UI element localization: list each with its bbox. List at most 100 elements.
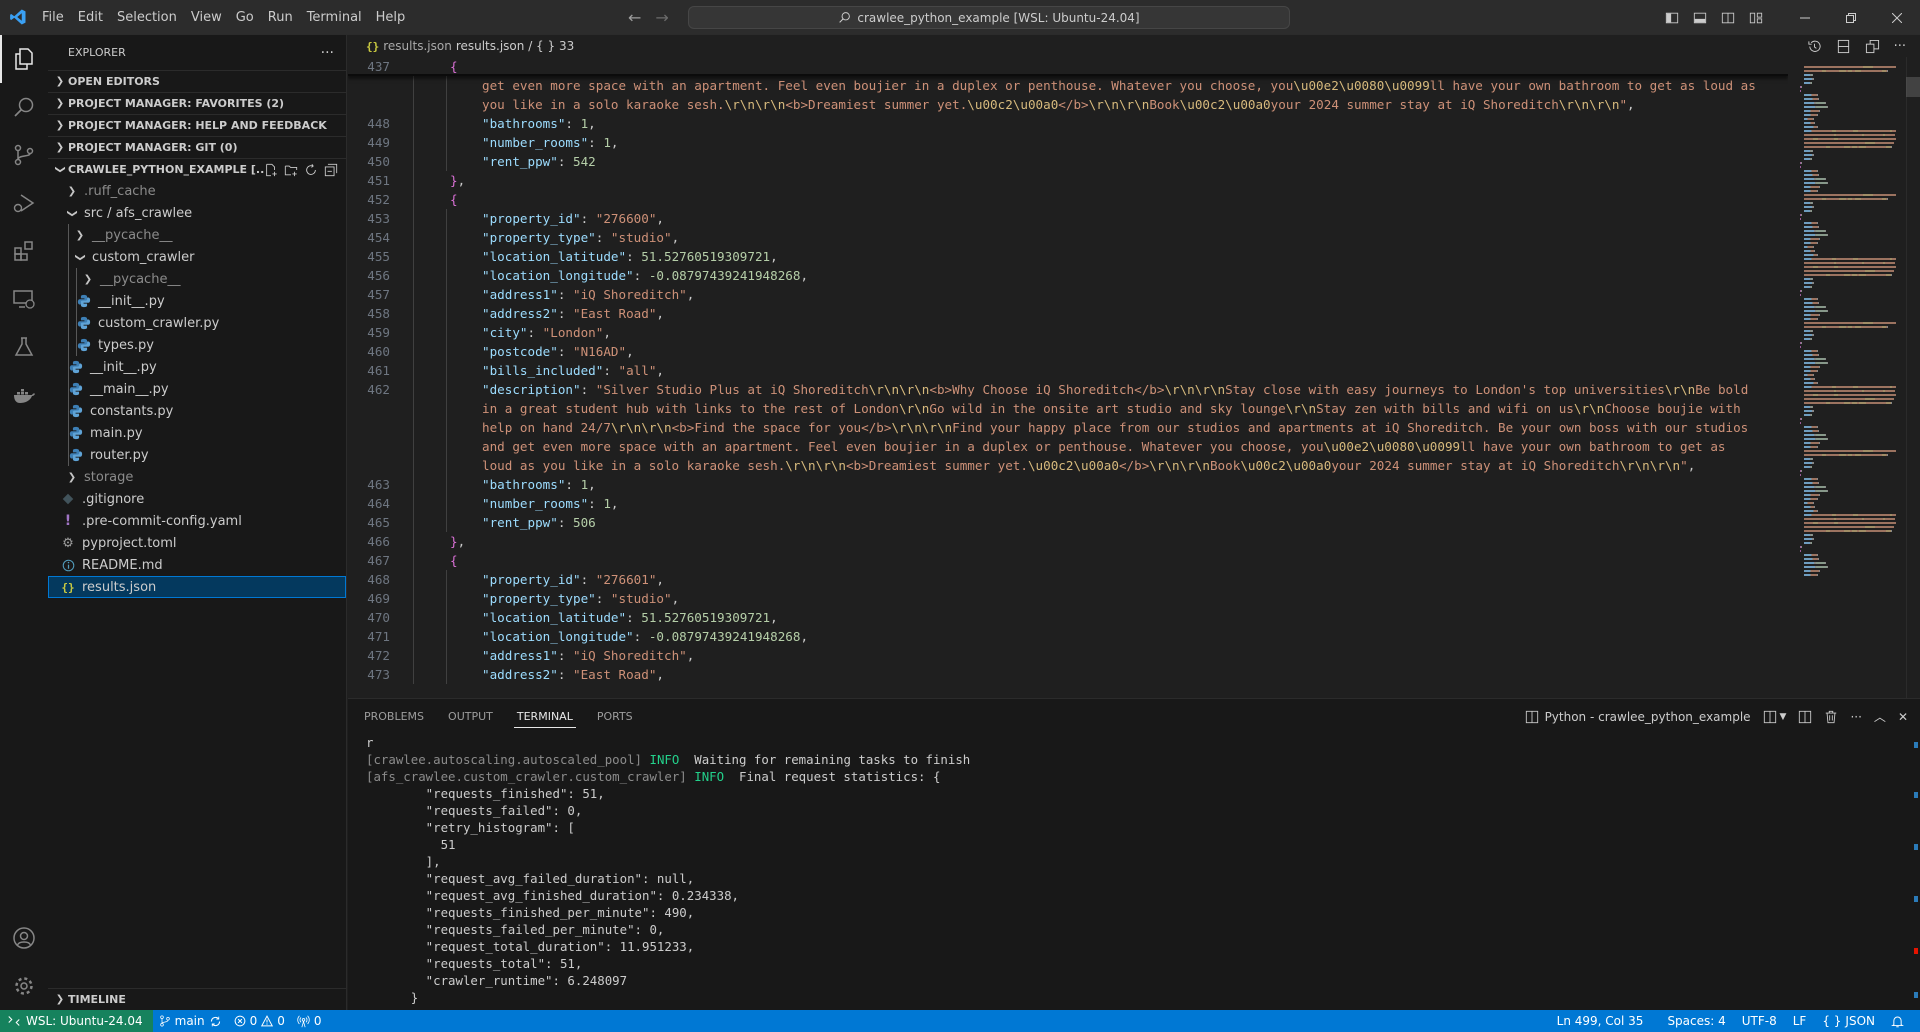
panel-more-icon[interactable]: ··· [1850,710,1861,724]
tab-terminal[interactable]: TERMINAL [513,699,576,734]
timeline-history-icon[interactable] [1807,39,1822,54]
editor-scrollbar[interactable] [1906,57,1920,698]
close-panel-icon[interactable]: ✕ [1898,710,1908,724]
notifications-button[interactable] [1885,1010,1910,1032]
refresh-icon[interactable] [304,163,318,177]
code-line[interactable]: 460 "postcode": "N16AD", [348,342,1788,361]
activity-source-control[interactable] [0,131,48,179]
code-editor[interactable]: 437 { get even more space with an apartm… [348,57,1788,698]
code-line[interactable]: 452 { [348,190,1788,209]
tree-file[interactable]: README.md [48,554,346,576]
toggle-secondary-sidebar-icon[interactable] [1714,0,1742,35]
terminal-scrollbar[interactable] [1910,734,1920,1011]
activity-search[interactable] [0,83,48,131]
code-line[interactable]: 470 "location_latitude": 51.5276051930972… [348,608,1788,627]
tree-file[interactable]: __main__.py [48,378,346,400]
compare-files-icon[interactable] [1865,39,1880,54]
editor-scrollbar-thumb[interactable] [1906,77,1920,97]
problems-indicator[interactable]: 0 0 [228,1010,291,1032]
close-window-icon[interactable] [1874,0,1920,35]
tab-problems[interactable]: PROBLEMS [364,699,424,734]
tree-file[interactable]: types.py [48,334,346,356]
trash-icon[interactable] [1824,710,1838,724]
code-line[interactable]: help on hand 24/7\r\n\r\n<b>Find the spa… [348,418,1788,437]
section-workspace[interactable]: ❯ CRAWLEE_PYTHON_EXAMPLE [... [48,158,346,180]
code-line[interactable]: in a great student hub with links to the… [348,399,1788,418]
more-actions-button[interactable]: ··· [321,45,334,61]
code-line[interactable]: 472 "address1": "iQ Shoreditch", [348,646,1788,665]
tree-file[interactable]: {} results.json [48,576,346,598]
code-line[interactable]: 466}, [348,532,1788,551]
menu-go[interactable]: Go [229,0,261,35]
section-timeline[interactable]: ❯ TIMELINE [48,988,347,1010]
code-line[interactable]: 451}, [348,171,1788,190]
section-pm-favorites[interactable]: ❯ PROJECT MANAGER: FAVORITES (2) [48,92,346,114]
activity-docker[interactable] [0,371,48,419]
tree-file[interactable]: .gitignore [48,488,346,510]
forward-arrow-icon[interactable]: → [655,8,668,27]
command-center[interactable]: crawlee_python_example [WSL: Ubuntu-24.0… [688,6,1290,29]
code-line[interactable]: 462 "description": "Silver Studio Plus at… [348,380,1788,399]
activity-remote-explorer[interactable] [0,275,48,323]
code-line[interactable]: and get even more space with an apartmen… [348,437,1788,456]
ports-indicator[interactable]: 0 [291,1010,328,1032]
code-line[interactable]: 457 "address1": "iQ Shoreditch", [348,285,1788,304]
split-editor-icon[interactable] [1836,39,1851,54]
code-line[interactable]: 459 "city": "London", [348,323,1788,342]
breadcrumb-path[interactable]: results.json / { } 33 [456,39,574,53]
tree-file[interactable]: router.py [48,444,346,466]
section-open-editors[interactable]: ❯ OPEN EDITORS [48,70,346,92]
tree-file[interactable]: custom_crawler.py [48,312,346,334]
tree-file[interactable]: main.py [48,422,346,444]
code-line[interactable]: get even more space with an apartment. F… [348,76,1788,95]
code-line[interactable]: 450 "rent_ppw": 542 [348,152,1788,171]
language-mode[interactable]: { } JSON [1816,1010,1881,1032]
toggle-primary-sidebar-icon[interactable] [1658,0,1686,35]
split-terminal-icon[interactable] [1798,710,1812,724]
collapse-all-icon[interactable] [324,163,338,177]
terminal-instance[interactable]: Python - crawlee_python_example [1525,710,1751,724]
tree-folder[interactable]: ❯ __pycache__ [48,224,346,246]
tab-ports[interactable]: PORTS [597,699,633,734]
tree-file[interactable]: ! .pre-commit-config.yaml [48,510,346,532]
customize-layout-icon[interactable] [1742,0,1770,35]
code-line[interactable]: 454 "property_type": "studio", [348,228,1788,247]
code-line[interactable]: 471 "location_longitude": -0.087974392419… [348,627,1788,646]
back-arrow-icon[interactable]: ← [628,8,641,27]
breadcrumb-file[interactable]: results.json [383,39,452,53]
code-line[interactable]: 449 "number_rooms": 1, [348,133,1788,152]
tree-file[interactable]: __init__.py [48,356,346,378]
tree-file[interactable]: constants.py [48,400,346,422]
code-line[interactable]: 464 "number_rooms": 1, [348,494,1788,513]
sticky-scroll-line[interactable]: 437 { [348,57,1788,76]
activity-explorer[interactable] [0,35,48,83]
minimap[interactable] [1796,57,1906,698]
tree-folder[interactable]: ❯ .ruff_cache [48,180,346,202]
new-folder-icon[interactable] [284,163,298,177]
end-of-line[interactable]: LF [1787,1010,1813,1032]
restore-icon[interactable] [1828,0,1874,35]
activity-accounts[interactable] [0,914,48,962]
maximize-panel-icon[interactable]: ︿ [1874,708,1886,725]
activity-run-debug[interactable] [0,179,48,227]
code-line[interactable]: 455 "location_latitude": 51.5276051930972… [348,247,1788,266]
tree-folder[interactable]: ❯ storage [48,466,346,488]
activity-extensions[interactable] [0,227,48,275]
tree-file[interactable]: ⚙ pyproject.toml [48,532,346,554]
tree-folder[interactable]: ❯ custom_crawler [48,246,346,268]
code-line[interactable]: 458 "address2": "East Road", [348,304,1788,323]
code-line[interactable]: 465 "rent_ppw": 506 [348,513,1788,532]
code-line[interactable]: 461 "bills_included": "all", [348,361,1788,380]
section-pm-help[interactable]: ❯ PROJECT MANAGER: HELP AND FEEDBACK [48,114,346,136]
tree-folder[interactable]: ❯ __pycache__ [48,268,346,290]
code-line[interactable]: 467 { [348,551,1788,570]
tree-folder[interactable]: ❯ src / afs_crawlee [48,202,346,224]
code-line[interactable]: 448 "bathrooms": 1, [348,114,1788,133]
code-line[interactable]: 469 "property_type": "studio", [348,589,1788,608]
menu-terminal[interactable]: Terminal [300,0,369,35]
menu-run[interactable]: Run [261,0,300,35]
remote-indicator[interactable]: WSL: Ubuntu-24.04 [0,1010,153,1032]
indentation[interactable]: Spaces: 4 [1661,1010,1731,1032]
menu-help[interactable]: Help [369,0,413,35]
tab-output[interactable]: OUTPUT [448,699,493,734]
